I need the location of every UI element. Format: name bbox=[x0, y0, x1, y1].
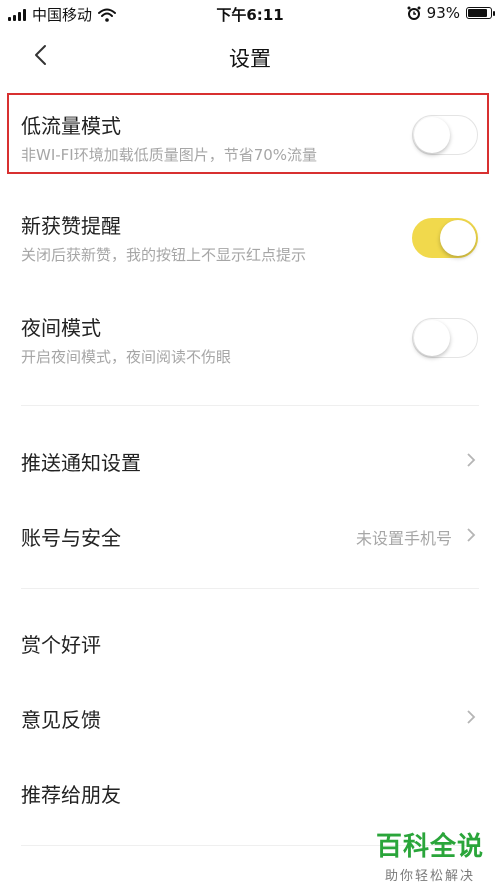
setting-title: 新获赞提醒 bbox=[21, 214, 121, 238]
setting-subtitle: 关闭后获新赞，我的按钮上不显示红点提示 bbox=[21, 246, 307, 264]
setting-account[interactable]: 账号与安全 未设置手机号 bbox=[0, 507, 500, 563]
setting-value: 未设置手机号 bbox=[355, 529, 452, 548]
setting-title: 推荐给朋友 bbox=[21, 783, 121, 807]
highlight-box bbox=[7, 93, 489, 174]
chevron-right-icon bbox=[467, 710, 476, 724]
setting-feedback[interactable]: 意见反馈 bbox=[0, 689, 500, 745]
battery-percent: 93% bbox=[426, 4, 460, 22]
setting-title: 赏个好评 bbox=[21, 633, 101, 657]
setting-night-mode: 夜间模式 开启夜间模式，夜间阅读不伤眼 bbox=[0, 300, 500, 374]
setting-title: 夜间模式 bbox=[21, 316, 101, 340]
watermark-sub: 助你轻松解决 bbox=[384, 869, 475, 884]
setting-title: 推送通知设置 bbox=[21, 451, 141, 475]
divider bbox=[21, 405, 479, 406]
setting-push[interactable]: 推送通知设置 bbox=[0, 432, 500, 488]
status-bar: 中国移动 下午6:11 93% bbox=[0, 0, 500, 28]
page-title: 设置 bbox=[229, 47, 271, 71]
setting-title: 意见反馈 bbox=[21, 708, 101, 732]
new-like-toggle[interactable] bbox=[412, 218, 478, 258]
setting-title: 账号与安全 bbox=[21, 526, 121, 550]
alarm-icon bbox=[407, 6, 421, 20]
watermark-main: 百科全说 bbox=[375, 832, 484, 862]
night-mode-toggle[interactable] bbox=[412, 318, 478, 358]
setting-subtitle: 开启夜间模式，夜间阅读不伤眼 bbox=[21, 348, 232, 366]
nav-bar: 设置 bbox=[0, 28, 500, 84]
chevron-right-icon bbox=[467, 528, 476, 542]
watermark-logo: 百科全说 助你轻松解决 bbox=[376, 826, 484, 884]
status-right: 93% bbox=[407, 4, 495, 22]
battery-icon bbox=[466, 7, 495, 19]
setting-new-like: 新获赞提醒 关闭后获新赞，我的按钮上不显示红点提示 bbox=[0, 198, 500, 272]
divider bbox=[21, 588, 479, 589]
setting-recommend[interactable]: 推荐给朋友 bbox=[0, 764, 500, 820]
setting-rate[interactable]: 赏个好评 bbox=[0, 614, 500, 670]
chevron-right-icon bbox=[467, 453, 476, 467]
